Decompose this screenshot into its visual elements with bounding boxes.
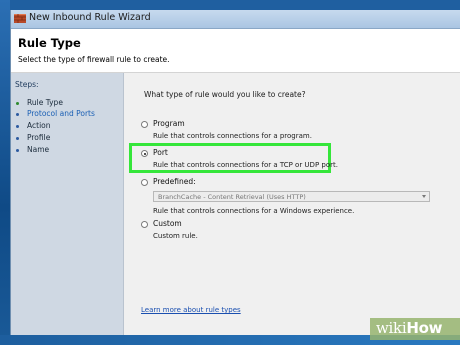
custom-description: Custom rule. — [153, 232, 198, 240]
rule-type-question: What type of rule would you like to crea… — [144, 90, 306, 99]
title-bar[interactable]: New Inbound Rule Wizard — [11, 10, 460, 29]
step-protocol-and-ports[interactable]: Protocol and Ports — [16, 108, 95, 119]
step-bullet-icon — [16, 124, 19, 128]
program-label[interactable]: Program — [153, 119, 185, 128]
custom-radio[interactable] — [141, 221, 148, 228]
predefined-label[interactable]: Predefined: — [153, 177, 196, 186]
firewall-icon — [14, 14, 26, 23]
step-profile[interactable]: Profile — [16, 132, 50, 143]
predefined-description: Rule that controls connections for a Win… — [153, 207, 355, 215]
desktop-background — [0, 0, 10, 345]
port-radio[interactable] — [141, 150, 148, 157]
step-label: Action — [27, 121, 51, 130]
step-name[interactable]: Name — [16, 144, 49, 155]
predefined-select[interactable]: BranchCache - Content Retrieval (Uses HT… — [153, 191, 430, 202]
predefined-select-value: BranchCache - Content Retrieval (Uses HT… — [158, 193, 306, 201]
wikihow-logo: wikiHow — [376, 319, 443, 337]
custom-label[interactable]: Custom — [153, 219, 182, 228]
window-title: New Inbound Rule Wizard — [29, 12, 151, 23]
wizard-header: Rule Type Select the type of firewall ru… — [11, 29, 460, 73]
steps-title: Steps: — [15, 80, 39, 89]
wikihow-watermark: wikiHow — [370, 318, 460, 340]
page-title: Rule Type — [18, 36, 81, 50]
learn-more-link[interactable]: Learn more about rule types — [141, 306, 241, 314]
wizard-window: New Inbound Rule Wizard Rule Type Select… — [10, 10, 460, 335]
step-bullet-icon — [16, 148, 19, 152]
step-label: Rule Type — [27, 98, 63, 107]
program-radio[interactable] — [141, 121, 148, 128]
port-label[interactable]: Port — [153, 148, 168, 157]
step-label: Name — [27, 145, 50, 154]
step-bullet-icon — [16, 112, 19, 116]
step-bullet-icon — [16, 101, 19, 105]
step-bullet-icon — [16, 136, 19, 140]
port-description: Rule that controls connections for a TCP… — [153, 161, 338, 169]
steps-panel: Steps: Rule Type Protocol and Ports Acti… — [11, 73, 124, 335]
main-panel: What type of rule would you like to crea… — [124, 73, 460, 335]
step-action[interactable]: Action — [16, 120, 51, 131]
step-label: Protocol and Ports — [27, 109, 95, 118]
step-rule-type[interactable]: Rule Type — [16, 97, 63, 108]
step-label: Profile — [27, 133, 51, 142]
chevron-down-icon — [422, 195, 426, 198]
program-description: Rule that controls connections for a pro… — [153, 132, 312, 140]
predefined-radio[interactable] — [141, 179, 148, 186]
page-subtitle: Select the type of firewall rule to crea… — [18, 55, 170, 64]
